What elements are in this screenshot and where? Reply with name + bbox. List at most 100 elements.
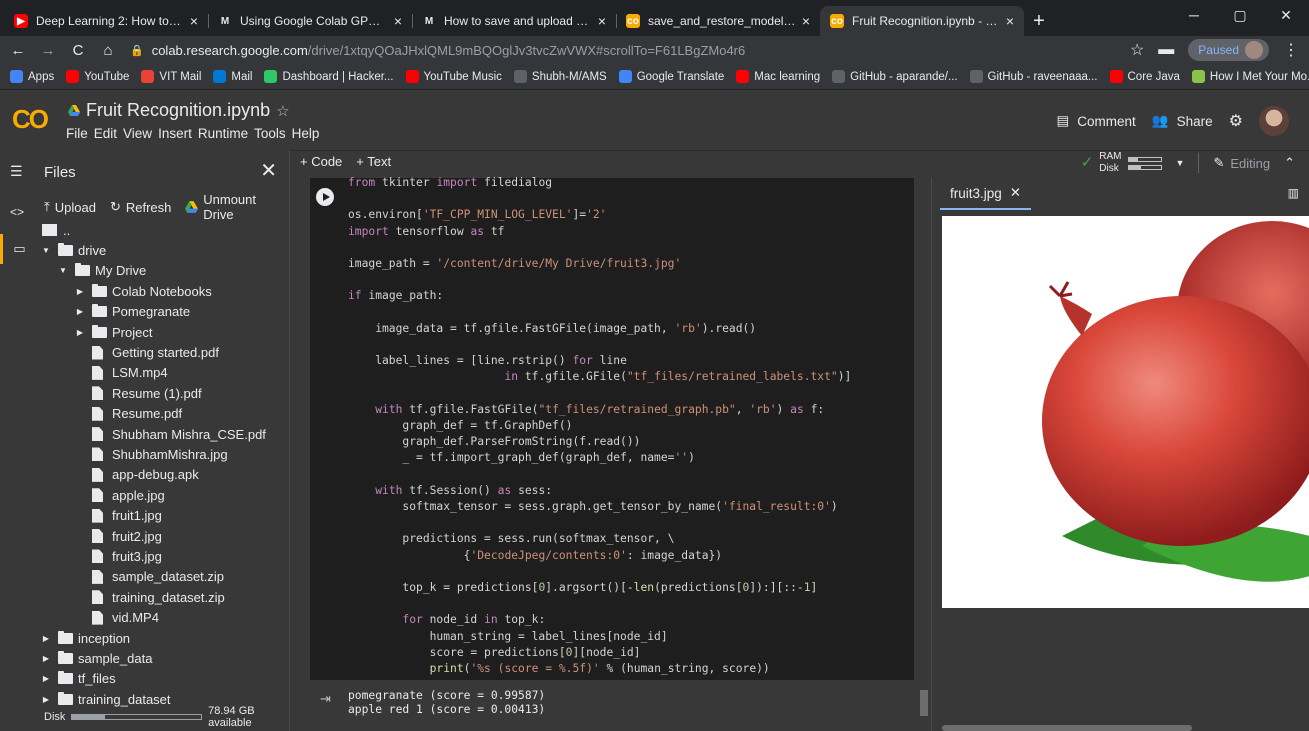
caret-right-icon[interactable]: ▶ [74,307,86,316]
notebook-title[interactable]: Fruit Recognition.ipynb ☆ [68,100,290,121]
add-text-button[interactable]: + Text [356,154,391,169]
browser-tab[interactable]: co save_and_restore_models.ipynb × [616,6,820,36]
file-item[interactable]: fruit1.jpg [36,505,290,525]
bookmark-item[interactable]: Core Java [1109,70,1180,83]
bookmark-item[interactable]: YouTube Music [405,70,502,83]
close-icon[interactable]: ✕ [1010,185,1021,201]
profile-paused-button[interactable]: Paused [1188,39,1269,61]
caret-right-icon[interactable]: ▶ [74,287,86,296]
bookmark-item[interactable]: GitHub - aparande/... [832,70,958,83]
bookmark-item[interactable]: YouTube [66,70,129,83]
folder-item[interactable]: ▶ Colab Notebooks [36,281,290,301]
caret-right-icon[interactable]: ▶ [40,674,52,683]
close-icon[interactable]: ✕ [260,158,277,183]
caret-down-icon[interactable]: ▼ [40,246,52,255]
caret-right-icon[interactable]: ▶ [40,695,52,704]
chevron-up-icon[interactable]: ⌃ [1284,155,1295,171]
caret-down-icon[interactable]: ▼ [57,266,69,275]
reload-icon[interactable]: C [66,42,90,59]
file-item[interactable]: apple.jpg [36,485,290,505]
minimize-icon[interactable]: ─ [1171,0,1217,30]
caret-right-icon[interactable]: ▶ [40,654,52,663]
file-item[interactable]: Resume (1).pdf [36,383,290,403]
unmount-drive-button[interactable]: Unmount Drive [185,192,289,222]
menu-item[interactable]: View [123,126,152,141]
folder-item[interactable]: ▶ sample_data [36,648,290,668]
add-code-button[interactable]: + Code [300,154,342,169]
folder-item[interactable]: ▶ Project [36,322,290,342]
menu-item[interactable]: Tools [254,126,286,141]
folder-item[interactable]: ▼ drive [36,240,290,260]
menu-item[interactable]: Insert [158,126,192,141]
file-item[interactable]: training_dataset.zip [36,587,290,607]
file-item[interactable]: fruit2.jpg [36,526,290,546]
close-tab-icon[interactable]: × [190,13,198,29]
star-icon[interactable]: ☆ [1130,40,1144,60]
browser-tab[interactable]: M How to save and upload Deep Le × [412,6,616,36]
extension-icon[interactable]: ▬ [1158,41,1174,59]
gear-icon[interactable]: ⚙ [1229,111,1243,131]
folder-item[interactable]: ▶ Pomegranate [36,302,290,322]
run-cell-button[interactable] [316,188,334,206]
url-field[interactable]: 🔒 colab.research.google.com /drive/1xtqy… [130,38,1130,62]
browser-tab[interactable]: co Fruit Recognition.ipynb - Colabo × [820,6,1024,36]
columns-icon[interactable]: ▥ [1288,186,1299,200]
more-vert-icon[interactable]: ⋮ [1283,40,1299,60]
file-item[interactable]: Shubham Mishra_CSE.pdf [36,424,290,444]
bookmark-item[interactable]: VIT Mail [141,70,201,83]
star-outline-icon[interactable]: ☆ [276,102,289,120]
editing-button[interactable]: ✎ Editing [1213,155,1270,171]
close-tab-icon[interactable]: × [802,13,810,29]
bookmark-item[interactable]: Mac learning [736,70,820,83]
close-tab-icon[interactable]: × [598,13,606,29]
maximize-icon[interactable]: ▢ [1217,0,1263,30]
back-icon[interactable]: ← [6,42,30,59]
caret-right-icon[interactable]: ▶ [40,634,52,643]
close-window-icon[interactable]: ✕ [1263,0,1309,30]
file-item[interactable]: sample_dataset.zip [36,567,290,587]
notebook-scrollbar[interactable] [918,178,930,731]
parent-directory-item[interactable]: .. [36,220,290,240]
share-button[interactable]: 👥 Share [1152,113,1213,129]
bookmark-item[interactable]: Mail [213,70,252,83]
browser-tab[interactable]: M Using Google Colab GPU VM + D × [208,6,412,36]
colab-logo[interactable]: CO [12,104,49,135]
menu-item[interactable]: Edit [94,126,117,141]
code-snippets-icon[interactable]: <> [10,205,24,219]
file-item[interactable]: ShubhamMishra.jpg [36,444,290,464]
close-tab-icon[interactable]: × [1006,13,1014,29]
comment-button[interactable]: ▤ Comment [1057,113,1136,129]
files-rail-button[interactable]: ▭ [0,234,36,264]
chevron-down-icon[interactable]: ▼ [1176,158,1185,168]
file-item[interactable]: app-debug.apk [36,465,290,485]
avatar[interactable] [1259,106,1289,136]
code-editor[interactable]: from tkinter import filedialog os.enviro… [348,175,908,677]
bookmark-item[interactable]: Shubh-M/AMS [513,70,607,83]
file-item[interactable]: fruit3.jpg [36,546,290,566]
home-icon[interactable]: ⌂ [96,42,120,59]
menu-item[interactable]: Runtime [198,126,248,141]
folder-item[interactable]: ▼ My Drive [36,261,290,281]
viewer-horizontal-scrollbar[interactable] [942,725,1192,731]
file-item[interactable]: Resume.pdf [36,404,290,424]
folder-item[interactable]: ▶ inception [36,628,290,648]
bookmark-item[interactable]: Google Translate [618,70,724,83]
bookmark-item[interactable]: How I Met Your Mo... [1191,70,1309,83]
folder-item[interactable]: ▶ tf_files [36,669,290,689]
menu-item[interactable]: File [66,126,88,141]
caret-right-icon[interactable]: ▶ [74,328,86,337]
new-tab-button[interactable]: + [1024,6,1054,36]
browser-tab[interactable]: ▶ Deep Learning 2: How to Upload × [4,6,208,36]
bookmark-item[interactable]: Apps [10,70,54,83]
code-cell[interactable]: from tkinter import filedialog os.enviro… [310,175,914,680]
refresh-button[interactable]: ↻ Refresh [110,192,171,222]
menu-item[interactable]: Help [292,126,320,141]
table-of-contents-icon[interactable]: ☰ [10,163,23,180]
viewer-tab[interactable]: fruit3.jpg ✕ [940,178,1032,210]
bookmark-item[interactable]: Dashboard | Hacker... [264,70,394,83]
file-item[interactable]: vid.MP4 [36,607,290,627]
upload-button[interactable]: ⤒ Upload [44,192,96,222]
forward-icon[interactable]: → [36,42,60,59]
close-tab-icon[interactable]: × [394,13,402,29]
file-item[interactable]: LSM.mp4 [36,363,290,383]
